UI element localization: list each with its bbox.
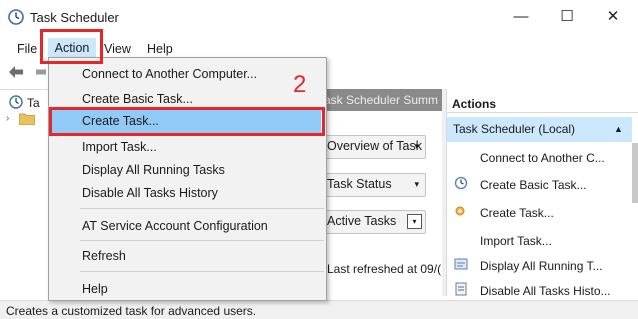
menu-separator [80, 240, 324, 241]
action-display-running-tasks[interactable]: Display All Running T... [480, 259, 603, 273]
menu-item-connect-another-computer[interactable]: Connect to Another Computer... [51, 63, 321, 86]
back-arrow-icon[interactable] [9, 66, 23, 78]
create-task-highlight-box [49, 107, 325, 136]
last-refreshed-text: Last refreshed at 09/( [327, 262, 442, 276]
clock-icon [9, 95, 23, 109]
minimize-button[interactable]: — [498, 0, 544, 34]
menu-separator [80, 271, 324, 272]
menu-item-display-running-tasks[interactable]: Display All Running Tasks [51, 159, 321, 182]
menu-item-refresh[interactable]: Refresh [51, 245, 321, 268]
menu-separator [80, 208, 324, 209]
create-basic-task-icon [454, 176, 468, 190]
active-tasks-label: Active Tasks [327, 214, 397, 228]
forward-arrow-icon[interactable] [36, 66, 46, 78]
chevron-down-icon: ▾ [407, 214, 422, 229]
overview-section-label: Overview of Task [327, 139, 422, 153]
scrollbar-thumb[interactable] [632, 143, 638, 203]
menu-view[interactable]: View [104, 40, 131, 58]
actions-header: Actions [446, 89, 638, 113]
menu-item-help[interactable]: Help [51, 278, 321, 301]
action-create-basic-task[interactable]: Create Basic Task... [480, 178, 587, 192]
tree-root-label[interactable]: Ta [27, 96, 40, 110]
menu-file[interactable]: File [17, 40, 37, 58]
menu-item-import-task[interactable]: Import Task... [51, 136, 321, 159]
chevron-down-icon: ▾ [414, 179, 419, 189]
summary-header: ask Scheduler Summ [320, 89, 442, 111]
window-title: Task Scheduler [30, 10, 119, 25]
status-text: Creates a customized task for advanced u… [6, 304, 257, 318]
close-button[interactable]: ✕ [590, 0, 636, 34]
collapse-up-icon[interactable]: ▲ [614, 124, 623, 134]
maximize-button[interactable]: ☐ [544, 0, 590, 34]
step-number-label: 2 [293, 71, 307, 98]
action-menu-highlight-box [40, 29, 103, 64]
menu-item-disable-tasks-history[interactable]: Disable All Tasks History [51, 182, 321, 205]
folder-icon[interactable] [19, 113, 35, 125]
task-status-section-toggle[interactable]: Task Status ▾ [322, 173, 426, 197]
action-import-task[interactable]: Import Task... [480, 234, 552, 248]
task-status-label: Task Status [327, 177, 392, 191]
display-running-icon [454, 258, 468, 270]
action-connect-computer[interactable]: Connect to Another C... [480, 151, 605, 165]
create-task-icon [455, 206, 465, 216]
chevron-down-icon: ▾ [414, 141, 419, 151]
menu-help[interactable]: Help [147, 40, 173, 58]
disable-history-icon [455, 282, 467, 296]
action-disable-tasks-history[interactable]: Disable All Tasks Histo... [480, 284, 611, 298]
chevron-right-icon[interactable]: › [6, 113, 9, 124]
task-scheduler-clock-icon [8, 9, 24, 25]
active-tasks-section-toggle[interactable]: Active Tasks ▾ [322, 210, 426, 234]
menu-item-at-service-config[interactable]: AT Service Account Configuration [51, 215, 321, 238]
actions-group-header[interactable]: Task Scheduler (Local) [447, 117, 632, 142]
overview-section-toggle[interactable]: Overview of Task ▾ [322, 135, 426, 159]
action-create-task[interactable]: Create Task... [480, 206, 554, 220]
